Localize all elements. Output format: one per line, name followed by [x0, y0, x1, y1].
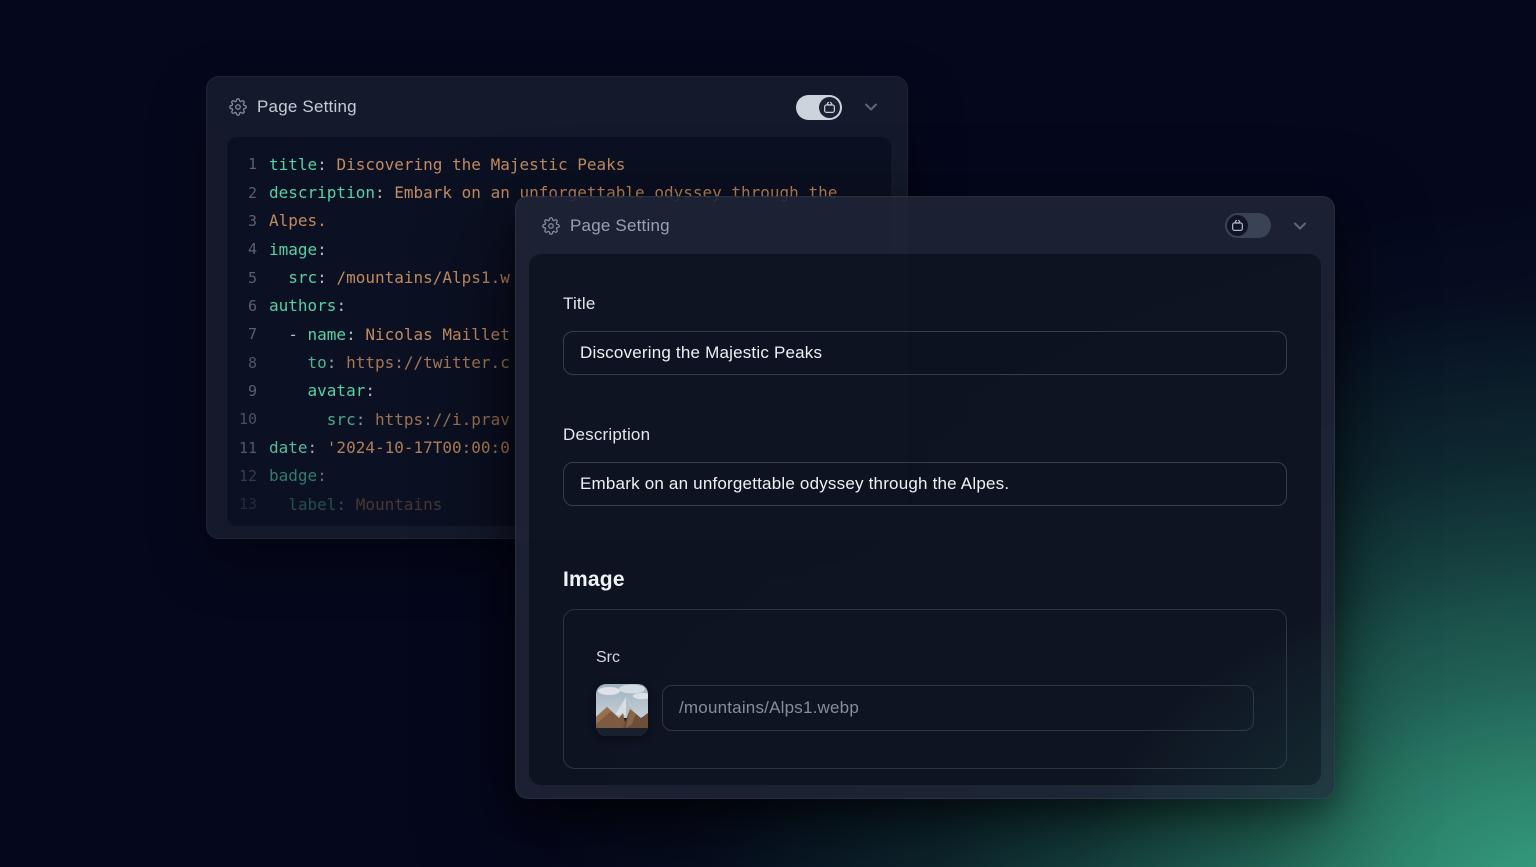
line-number: 7	[227, 325, 257, 343]
image-section-heading: Image	[563, 567, 1287, 593]
curly-braces-input-icon	[1230, 218, 1245, 233]
line-number: 11	[227, 439, 257, 457]
code-line: 1title: Discovering the Majestic Peaks	[227, 150, 891, 178]
canvas: Page Setting 1title: Discovering the Maj…	[0, 0, 1536, 867]
gear-icon	[229, 98, 247, 116]
form-code-toggle[interactable]	[1225, 213, 1271, 238]
line-number: 2	[227, 184, 257, 202]
gear-icon	[542, 217, 560, 235]
title-label: Title	[563, 294, 1287, 314]
line-number: 4	[227, 240, 257, 258]
chevron-down-icon[interactable]	[861, 97, 881, 117]
form-card: Title Description Image Src	[529, 254, 1321, 785]
line-number: 1	[227, 155, 257, 173]
toggle-knob	[819, 97, 840, 118]
image-src-input[interactable]	[662, 685, 1254, 731]
line-number: 5	[227, 269, 257, 287]
panel-header: Page Setting	[207, 77, 907, 137]
panel-header: Page Setting	[516, 197, 1334, 254]
image-group-card: Src	[563, 609, 1287, 769]
line-number: 12	[227, 467, 257, 485]
line-number: 9	[227, 382, 257, 400]
panel-title: Page Setting	[570, 216, 670, 236]
line-number: 8	[227, 354, 257, 372]
title-input[interactable]	[563, 331, 1287, 375]
line-number: 10	[227, 410, 257, 428]
line-number: 13	[227, 495, 257, 513]
description-input[interactable]	[563, 462, 1287, 506]
line-number: 3	[227, 212, 257, 230]
description-label: Description	[563, 425, 1287, 445]
curly-braces-input-icon	[822, 100, 837, 115]
chevron-down-icon[interactable]	[1290, 216, 1310, 236]
form-code-toggle[interactable]	[796, 95, 842, 120]
toggle-knob	[1227, 215, 1248, 236]
line-number: 6	[227, 297, 257, 315]
src-label: Src	[596, 648, 1254, 667]
panel-title: Page Setting	[257, 97, 357, 117]
image-thumbnail[interactable]	[596, 684, 648, 736]
page-setting-panel-form: Page Setting Title Description I	[515, 196, 1335, 799]
